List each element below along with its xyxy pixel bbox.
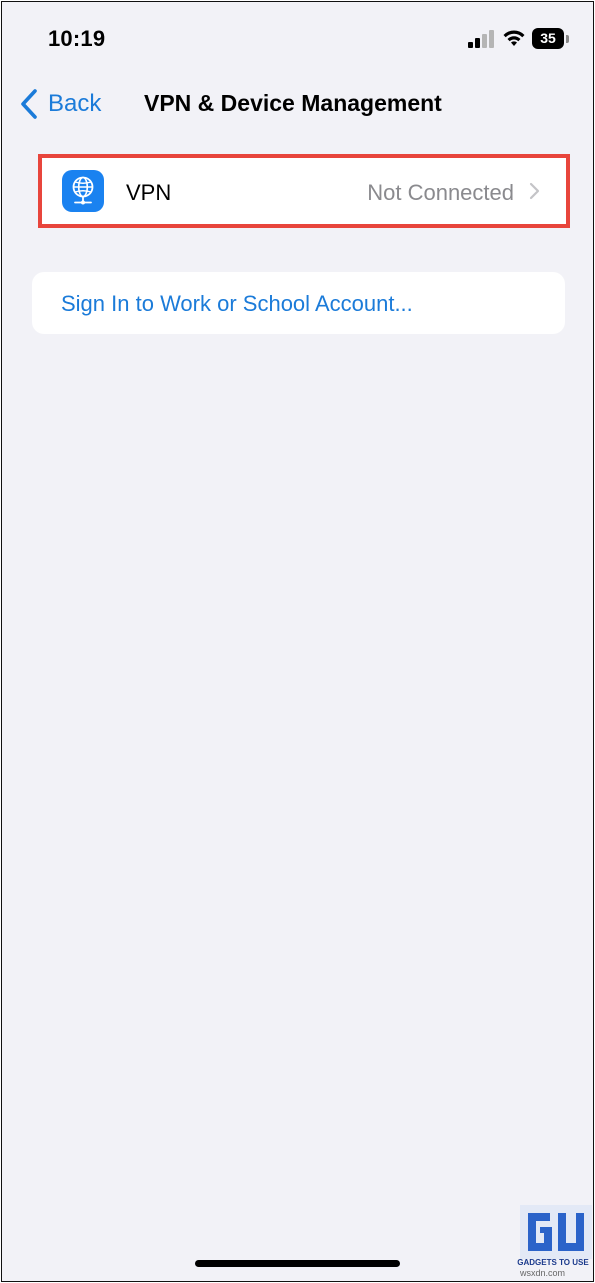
- globe-network-icon: [62, 170, 104, 212]
- status-bar: 10:19 35: [2, 2, 593, 72]
- home-indicator[interactable]: [195, 1260, 400, 1267]
- battery-cap: [566, 35, 569, 43]
- signal-icon: [468, 30, 494, 48]
- signin-work-school-button[interactable]: Sign In to Work or School Account...: [32, 272, 565, 334]
- vpn-label: VPN: [126, 180, 172, 205]
- watermark-site: wsxdn.com: [520, 1268, 566, 1278]
- chevron-left-icon: [21, 89, 37, 119]
- vpn-status: Not Connected: [367, 180, 514, 205]
- battery-icon: 35: [532, 28, 572, 50]
- navigation-bar: Back VPN & Device Management: [2, 72, 593, 136]
- vpn-highlight-box: VPN Not Connected: [38, 154, 570, 228]
- watermark-brand: GADGETS TO USE: [517, 1258, 589, 1267]
- battery-level: 35: [532, 28, 564, 49]
- status-time: 10:19: [48, 26, 106, 51]
- vpn-row[interactable]: VPN Not Connected: [42, 158, 566, 224]
- back-label: Back: [48, 90, 102, 117]
- settings-screen: 10:19 35 Back VPN & Device Management VP…: [1, 1, 594, 1282]
- signin-label: Sign In to Work or School Account...: [61, 291, 413, 316]
- back-button[interactable]: Back: [18, 86, 101, 122]
- chevron-right-icon: [529, 182, 540, 200]
- gadgets-to-use-logo: [520, 1205, 592, 1259]
- page-title: VPN & Device Management: [144, 90, 442, 116]
- wifi-icon: [503, 30, 525, 46]
